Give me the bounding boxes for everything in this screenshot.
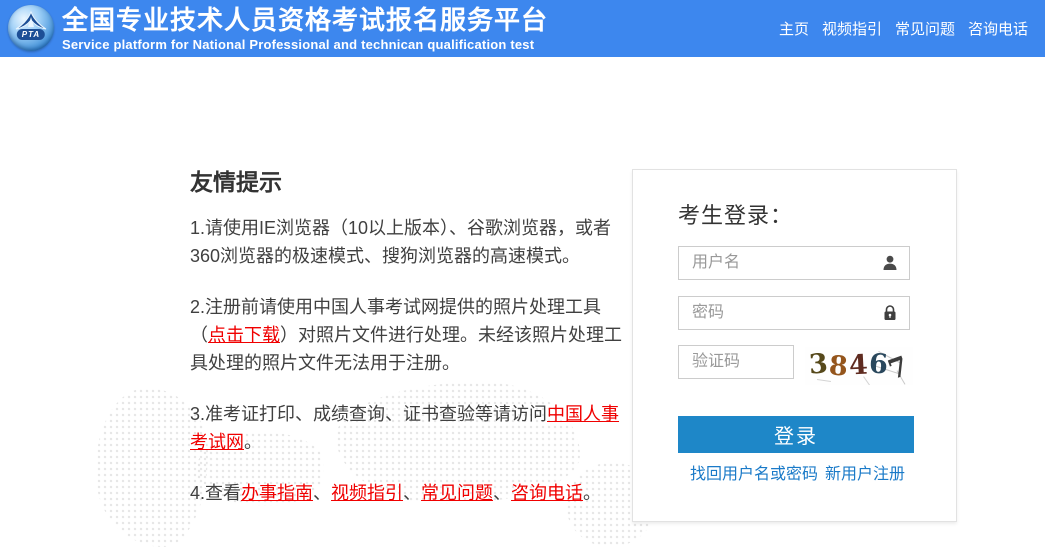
captcha-digit: 7 [884,350,913,385]
tip-item-3: 3.准考证打印、成绩查询、证书查验等请访问中国人事考试网。 [190,400,630,456]
nav-home-link[interactable]: 主页 [779,18,809,39]
captcha-digit: 8 [827,350,849,383]
user-icon [881,254,899,272]
tips-heading: 友情提示 [190,169,282,195]
tip-item-4: 4.查看办事指南、视频指引、常见问题、咨询电话。 [190,479,630,507]
tip-4-suffix: 。 [583,483,602,503]
register-link[interactable]: 新用户注册 [825,460,905,484]
separator: 、 [493,483,512,503]
nav-video-guide-link[interactable]: 视频指引 [822,18,882,39]
password-input[interactable] [679,297,909,329]
login-button[interactable]: 登录 [678,416,914,453]
separator: 、 [313,483,332,503]
login-title: 考生登录： [678,203,794,228]
username-field-wrapper [678,246,910,280]
captcha-digit: 6 [868,348,889,381]
phone-link[interactable]: 咨询电话 [511,483,583,503]
captcha-field-wrapper [678,345,794,379]
logo-text: PTA [16,29,46,40]
page: PTA 全国专业技术人员资格考试报名服务平台 Service platform … [0,0,1045,547]
tip-3-prefix: 3.准考证打印、成绩查询、证书查验等请访问 [190,404,548,424]
faq-link[interactable]: 常见问题 [421,483,493,503]
video-guide-link[interactable]: 视频指引 [331,483,403,503]
logo-peaks-icon [15,10,47,30]
forgot-password-link[interactable]: 找回用户名或密码 [690,460,818,484]
header-nav: 主页 视频指引 常见问题 咨询电话 [779,0,1028,57]
lock-icon [881,304,899,322]
tip-item-2: 2.注册前请使用中国人事考试网提供的照片处理工具（点击下载）对照片文件进行处理。… [190,293,630,377]
tip-item-1: 1.请使用IE浏览器（10以上版本）、谷歌浏览器，或者360浏览器的极速模式、搜… [190,214,630,270]
username-input[interactable] [679,247,909,279]
captcha-digit: 3 [807,348,829,381]
nav-faq-link[interactable]: 常见问题 [895,18,955,39]
nav-phone-link[interactable]: 咨询电话 [968,18,1028,39]
download-photo-tool-link[interactable]: 点击下载 [208,325,280,345]
login-card: 考生登录： 用户名 验证码 3 8 4 6 7 登录 找回用户名或密码 新用户注… [632,169,957,522]
tip-4-prefix: 4.查看 [190,483,242,503]
service-guide-link[interactable]: 办事指南 [241,483,313,503]
password-field-wrapper [678,296,910,330]
pta-logo-icon: PTA [8,5,54,51]
header-bar: PTA 全国专业技术人员资格考试报名服务平台 Service platform … [0,0,1045,57]
tip-3-suffix: 。 [244,432,262,452]
captcha-image[interactable]: 38467 [805,347,913,385]
site-subtitle: Service platform for National Profession… [62,37,535,52]
captcha-digit: 4 [848,349,869,382]
tip-1-text: 1.请使用IE浏览器（10以上版本）、谷歌浏览器，或者360浏览器的极速模式、搜… [190,218,612,266]
friendly-tips-section: 友情提示 1.请使用IE浏览器（10以上版本）、谷歌浏览器，或者360浏览器的极… [190,163,630,507]
separator: 、 [403,483,422,503]
site-title-block: 全国专业技术人员资格考试报名服务平台 Service platform for … [62,5,548,52]
captcha-input[interactable] [679,346,793,378]
site-title: 全国专业技术人员资格考试报名服务平台 [62,5,549,35]
